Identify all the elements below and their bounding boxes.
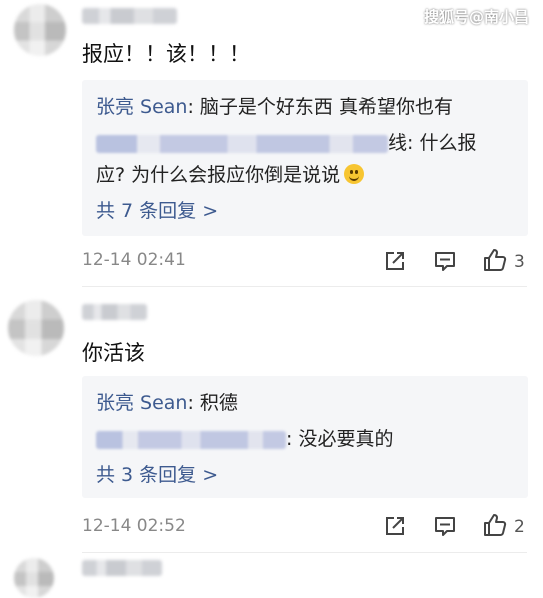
avatar[interactable] <box>14 558 54 598</box>
comment-icon[interactable] <box>432 513 458 539</box>
divider <box>82 286 527 287</box>
share-icon[interactable] <box>382 248 408 274</box>
reply-author[interactable]: 张亮 Sean <box>96 392 187 414</box>
like-icon[interactable] <box>482 512 508 538</box>
comment-text: 你活该 <box>82 341 145 365</box>
reply-line: : 没必要真的 <box>96 424 393 451</box>
comment-text: 报应！！该！！！ <box>82 42 250 66</box>
avatar[interactable] <box>8 300 64 356</box>
reply-text: : 积德 <box>187 392 238 414</box>
more-replies-link[interactable]: 共 7 条回复 > <box>96 196 218 223</box>
reply-line: 张亮 Sean: 积德 <box>96 388 238 415</box>
reply-text: : 脑子是个好东西 真希望你也有 <box>187 96 453 118</box>
blurred-username[interactable] <box>96 134 388 153</box>
reply-text: 应? 为什么会报应你倒是说说 <box>96 164 341 186</box>
reply-line: 应? 为什么会报应你倒是说说 <box>96 160 365 187</box>
username[interactable] <box>82 304 147 320</box>
reply-line: 张亮 Sean: 脑子是个好东西 真希望你也有 <box>96 92 453 119</box>
reply-text: 线: 什么报 <box>388 132 477 154</box>
divider <box>82 552 527 553</box>
comment-time: 12-14 02:41 <box>82 250 186 270</box>
watermark: 搜狐号@南小昌 <box>423 8 529 26</box>
smile-emoji-icon <box>344 164 365 184</box>
more-replies-link[interactable]: 共 3 条回复 > <box>96 460 218 487</box>
username[interactable] <box>82 560 162 576</box>
reply-box[interactable]: 张亮 Sean: 脑子是个好东西 真希望你也有 线: 什么报 应? 为什么会报应… <box>82 80 528 236</box>
reply-line: 线: 什么报 <box>96 128 476 155</box>
username[interactable] <box>82 8 177 24</box>
like-count: 2 <box>514 517 525 537</box>
share-icon[interactable] <box>382 513 408 539</box>
comment-time: 12-14 02:52 <box>82 516 186 536</box>
like-count: 3 <box>514 252 525 272</box>
avatar[interactable] <box>14 4 66 56</box>
reply-author[interactable]: 张亮 Sean <box>96 96 187 118</box>
reply-text: : 没必要真的 <box>286 428 394 450</box>
reply-box[interactable]: 张亮 Sean: 积德 : 没必要真的 共 3 条回复 > <box>82 376 528 498</box>
blurred-username[interactable] <box>96 430 286 449</box>
like-icon[interactable] <box>482 247 508 273</box>
comment-icon[interactable] <box>432 248 458 274</box>
